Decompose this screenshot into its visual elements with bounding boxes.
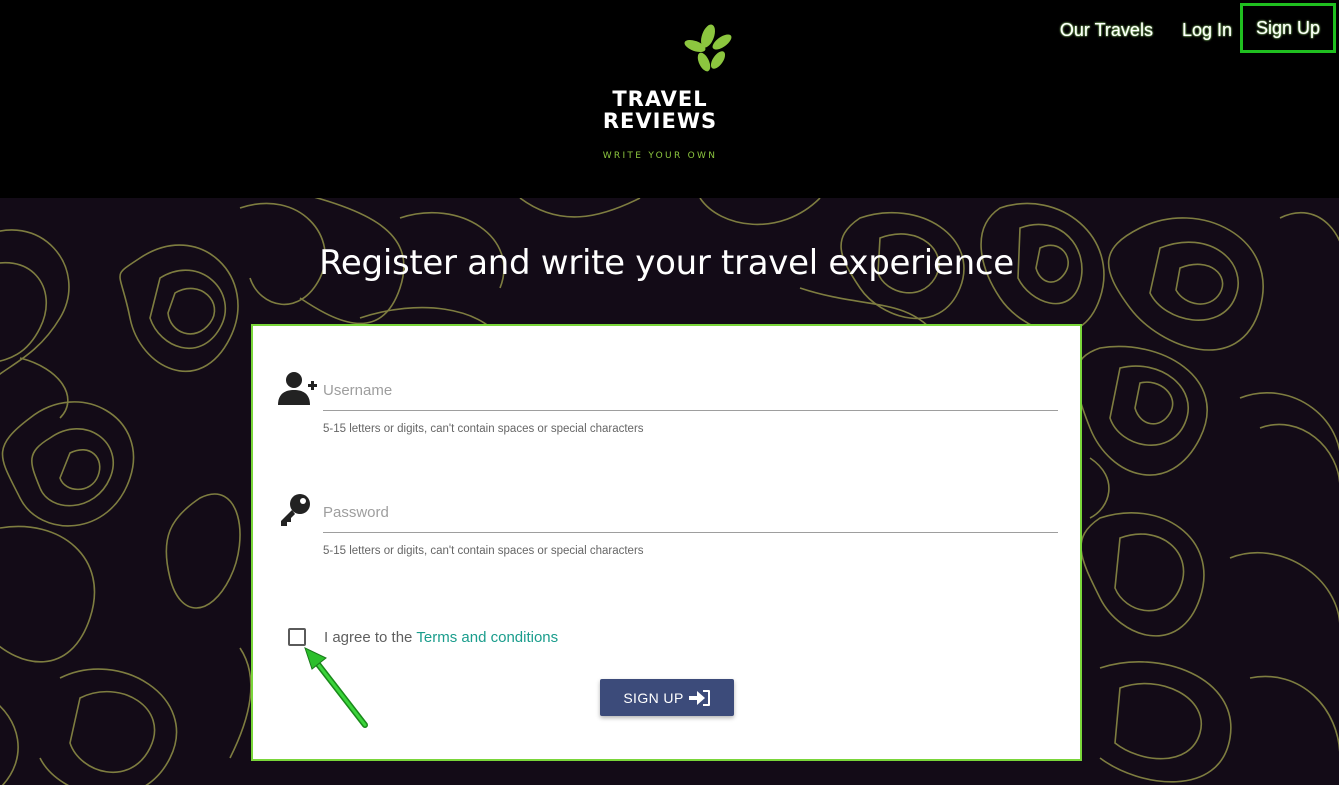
leaf-logo-icon	[684, 24, 732, 72]
password-field-group: 5-15 letters or digits, can't contain sp…	[278, 493, 1058, 573]
brand-line1: TRAVEL	[612, 87, 708, 111]
sign-up-button[interactable]: SIGN UP	[600, 679, 734, 716]
page-headline: Register and write your travel experienc…	[319, 243, 1014, 283]
site-header: TRAVEL REVIEWS WRITE YOUR OWN Our Travel…	[0, 0, 1339, 198]
sign-up-button-label: SIGN UP	[623, 689, 684, 706]
terms-checkbox[interactable]	[288, 628, 306, 646]
nav-our-travels[interactable]: Our Travels	[1060, 20, 1153, 41]
password-input[interactable]	[323, 493, 1058, 533]
password-hint: 5-15 letters or digits, can't contain sp…	[323, 545, 644, 557]
terms-label: I agree to the	[324, 628, 413, 646]
brand-tagline: WRITE YOUR OWN	[602, 151, 718, 161]
user-plus-icon	[278, 372, 317, 405]
nav-sign-up[interactable]: Sign Up	[1240, 3, 1336, 53]
username-input[interactable]	[323, 371, 1058, 411]
sign-in-icon	[688, 689, 710, 706]
terms-link[interactable]: Terms and conditions	[416, 629, 558, 646]
username-field-group: 5-15 letters or digits, can't contain sp…	[278, 371, 1058, 451]
top-nav: Our Travels Log In Sign Up	[1031, 3, 1336, 54]
pointer-arrow-icon	[304, 647, 368, 728]
key-icon	[281, 494, 310, 526]
username-hint: 5-15 letters or digits, can't contain sp…	[323, 423, 644, 435]
brand-logo[interactable]: TRAVEL REVIEWS WRITE YOUR OWN	[596, 22, 736, 167]
terms-agreement: I agree to the Terms and conditions	[288, 628, 558, 646]
brand-line2: REVIEWS	[602, 109, 718, 133]
nav-log-in[interactable]: Log In	[1182, 20, 1232, 41]
